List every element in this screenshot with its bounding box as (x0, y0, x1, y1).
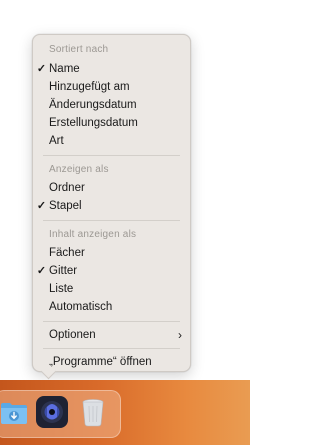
menu-item-label: „Programme“ öffnen (49, 356, 152, 368)
checkmark-icon: ✓ (36, 265, 47, 277)
checkmark-icon: ✓ (36, 200, 47, 212)
menu-item-label: Gitter (49, 265, 78, 277)
menu-item-display-folder[interactable]: Ordner (33, 179, 190, 197)
section-header-display-as: Anzeigen als (49, 164, 109, 175)
menu-item-view-grid[interactable]: ✓ Gitter (33, 262, 190, 280)
menu-item-label: Art (49, 135, 64, 147)
menu-separator (43, 155, 180, 156)
section-header-view-content-as: Inhalt anzeigen als (49, 229, 137, 240)
app-icon[interactable] (35, 395, 69, 429)
dock-context-menu: Sortiert nach ✓ Name Hinzugefügt am Ände… (32, 34, 191, 372)
menu-item-view-automatic[interactable]: Automatisch (33, 298, 190, 316)
menu-separator (43, 348, 180, 349)
menu-item-sort-name[interactable]: ✓ Name (33, 60, 190, 78)
menu-item-label: Automatisch (49, 301, 113, 313)
downloads-folder-icon[interactable] (0, 398, 28, 426)
chevron-right-icon: › (178, 328, 182, 342)
checkmark-icon: ✓ (36, 63, 47, 75)
menu-separator (43, 321, 180, 322)
menu-item-sort-date-modified[interactable]: Änderungsdatum (33, 96, 190, 114)
menu-separator (43, 220, 180, 221)
trash-icon[interactable] (80, 397, 106, 427)
menu-item-open-applications[interactable]: „Programme“ öffnen (33, 353, 190, 371)
menu-item-label: Erstellungsdatum (49, 117, 138, 129)
menu-item-label: Hinzugefügt am (49, 81, 130, 93)
section-header-sort-by: Sortiert nach (49, 44, 109, 55)
menu-item-label: Optionen (49, 329, 96, 341)
menu-item-options[interactable]: Optionen › (33, 326, 190, 344)
menu-item-label: Fächer (49, 247, 85, 259)
menu-item-label: Liste (49, 283, 74, 295)
menu-item-view-fan[interactable]: Fächer (33, 244, 190, 262)
menu-item-view-list[interactable]: Liste (33, 280, 190, 298)
menu-item-sort-date-created[interactable]: Erstellungsdatum (33, 114, 190, 132)
menu-item-sort-kind[interactable]: Art (33, 132, 190, 150)
menu-item-sort-date-added[interactable]: Hinzugefügt am (33, 78, 190, 96)
menu-item-label: Stapel (49, 200, 82, 212)
menu-item-label: Änderungsdatum (49, 99, 137, 111)
menu-item-label: Ordner (49, 182, 85, 194)
menu-item-display-stack[interactable]: ✓ Stapel (33, 197, 190, 215)
menu-item-label: Name (49, 63, 80, 75)
